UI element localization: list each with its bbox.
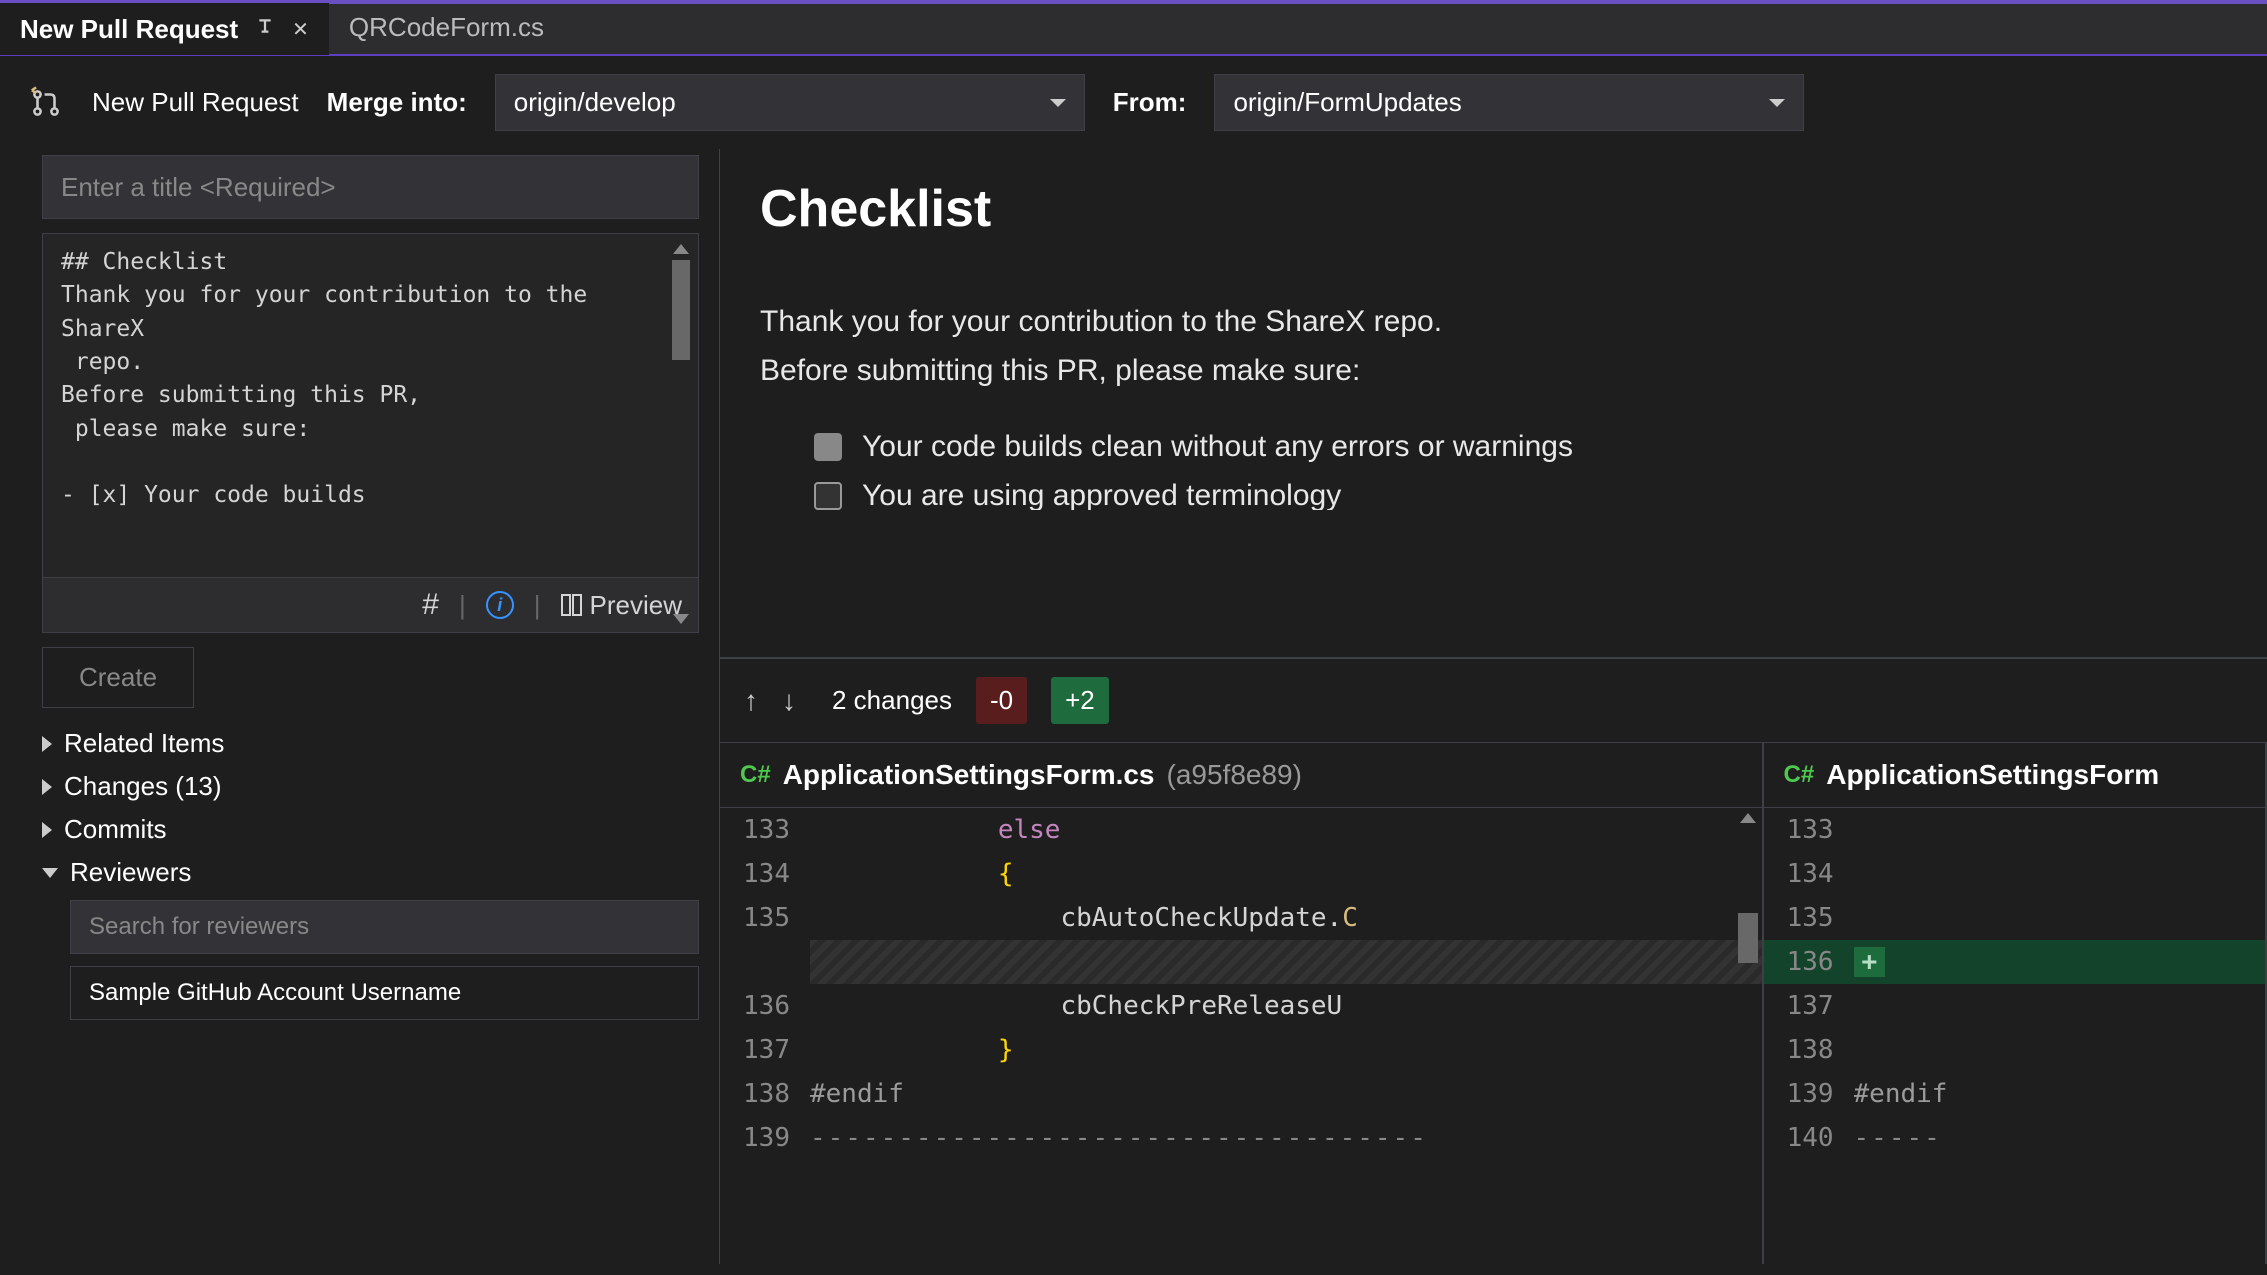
scroll-thumb[interactable] — [672, 260, 690, 360]
pin-icon[interactable] — [256, 17, 274, 41]
file-hash: (a95f8e89) — [1167, 759, 1302, 791]
checkbox-checked-icon[interactable] — [814, 433, 842, 461]
code-right[interactable]: 133134135136+137138139#endif140----- — [1764, 808, 2265, 1160]
tree-related-items[interactable]: Related Items — [42, 728, 699, 759]
left-panel: Enter a title <Required> ## Checklist Th… — [0, 149, 720, 1264]
csharp-icon: C# — [740, 761, 771, 789]
preview-heading: Checklist — [760, 179, 2227, 239]
merge-into-label: Merge into: — [327, 87, 467, 118]
close-icon[interactable]: ✕ — [292, 17, 309, 42]
scrollbar[interactable] — [668, 244, 694, 544]
merge-into-value: origin/develop — [514, 87, 676, 118]
from-label: From: — [1113, 87, 1187, 118]
preview-paragraph: Thank you for your contribution to the S… — [760, 299, 2227, 346]
sections-tree: Related Items Changes (13) Commits Revie… — [42, 728, 699, 1020]
next-change-button[interactable]: ↓ — [782, 685, 796, 717]
markdown-preview: Checklist Thank you for your contributio… — [720, 149, 2267, 659]
create-button[interactable]: Create — [42, 647, 194, 708]
checklist-item: Your code builds clean without any error… — [814, 430, 2227, 464]
deletions-badge: -0 — [976, 677, 1027, 724]
from-select[interactable]: origin/FormUpdates — [1214, 74, 1804, 131]
tab-new-pull-request[interactable]: New Pull Request ✕ — [0, 0, 329, 55]
branch-toolbar: New Pull Request Merge into: origin/deve… — [0, 56, 2267, 149]
markdown-icon[interactable]: # — [422, 588, 439, 622]
title-input[interactable]: Enter a title <Required> — [42, 155, 699, 219]
tree-commits[interactable]: Commits — [42, 814, 699, 845]
scroll-thumb[interactable] — [1738, 913, 1758, 963]
chevron-down-icon — [1769, 99, 1785, 107]
caret-right-icon — [42, 736, 52, 752]
pr-heading: New Pull Request — [92, 87, 299, 118]
tree-reviewers[interactable]: Reviewers — [42, 857, 699, 888]
caret-right-icon — [42, 779, 52, 795]
diff-pane-left: C# ApplicationSettingsForm.cs (a95f8e89)… — [720, 743, 1764, 1264]
scroll-up-icon[interactable] — [1740, 813, 1756, 823]
changes-count: 2 changes — [832, 685, 952, 716]
file-name: ApplicationSettingsForm — [1826, 759, 2159, 791]
merge-into-select[interactable]: origin/develop — [495, 74, 1085, 131]
caret-down-icon — [42, 868, 58, 878]
diff-toolbar: ↑ ↓ 2 changes -0 +2 — [720, 659, 2267, 743]
tree-changes[interactable]: Changes (13) — [42, 771, 699, 802]
file-header-right: C# ApplicationSettingsForm — [1764, 743, 2265, 808]
title-placeholder: Enter a title <Required> — [61, 172, 336, 203]
preview-icon — [561, 594, 582, 616]
description-text: ## Checklist Thank you for your contribu… — [43, 234, 698, 577]
scrollbar[interactable] — [1734, 813, 1762, 1193]
reviewer-search-input[interactable]: Search for reviewers — [70, 900, 699, 954]
tab-qrcodeform[interactable]: QRCodeForm.cs — [329, 0, 564, 55]
additions-badge: +2 — [1051, 677, 1109, 724]
reviewer-item[interactable]: Sample GitHub Account Username — [70, 966, 699, 1020]
info-button[interactable]: i — [486, 591, 514, 619]
checklist: Your code builds clean without any error… — [760, 430, 2227, 510]
diff-view: C# ApplicationSettingsForm.cs (a95f8e89)… — [720, 743, 2267, 1264]
description-textarea[interactable]: ## Checklist Thank you for your contribu… — [42, 233, 699, 633]
checkbox-icon[interactable] — [814, 482, 842, 510]
preview-button[interactable]: Preview — [561, 590, 682, 621]
prev-change-button[interactable]: ↑ — [744, 685, 758, 717]
info-icon: i — [486, 591, 514, 619]
file-name: ApplicationSettingsForm.cs — [783, 759, 1155, 791]
preview-paragraph: Before submitting this PR, please make s… — [760, 348, 2227, 395]
csharp-icon: C# — [1784, 761, 1815, 789]
file-header-left: C# ApplicationSettingsForm.cs (a95f8e89) — [720, 743, 1762, 808]
code-left[interactable]: 133 else134 {135 cbAutoCheckUpdate.C136 … — [720, 808, 1762, 1160]
scroll-up-icon[interactable] — [673, 244, 689, 254]
preview-label: Preview — [590, 590, 682, 621]
checklist-item: You are using approved terminology — [814, 482, 2227, 510]
chevron-down-icon — [1050, 99, 1066, 107]
tab-title: New Pull Request — [20, 14, 238, 45]
right-panel: Checklist Thank you for your contributio… — [720, 149, 2267, 1264]
description-toolbar: # | i | Preview — [43, 577, 698, 632]
caret-right-icon — [42, 822, 52, 838]
scroll-down-icon[interactable] — [673, 614, 689, 624]
diff-pane-right: C# ApplicationSettingsForm 133134135136+… — [1764, 743, 2267, 1264]
pull-request-icon — [28, 85, 64, 121]
from-value: origin/FormUpdates — [1233, 87, 1461, 118]
tab-title: QRCodeForm.cs — [349, 12, 544, 43]
tab-bar: New Pull Request ✕ QRCodeForm.cs — [0, 0, 2267, 56]
